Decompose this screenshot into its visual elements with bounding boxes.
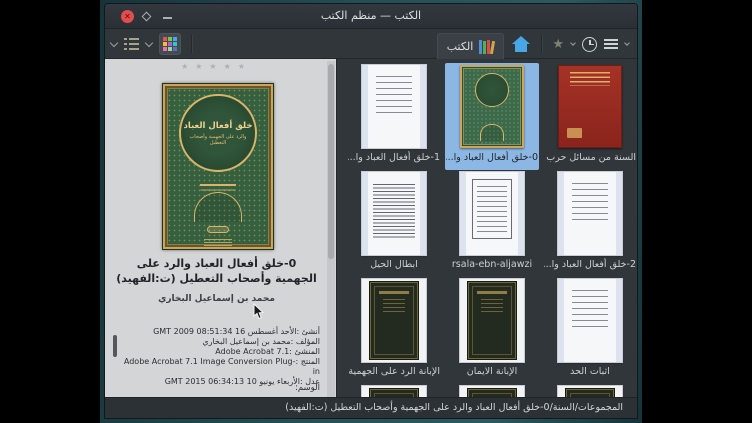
tab-books[interactable]: الكتب: [437, 33, 505, 59]
toolbar: الكتب ★: [105, 29, 637, 59]
metadata-scrollbar[interactable]: [113, 335, 117, 357]
tag-label: الوسم:: [295, 383, 320, 393]
cover-ornament: خلق أفعال العباد والرد على الجهمية وأصحا…: [179, 94, 257, 172]
toolbar-separator: [191, 35, 192, 53]
book-caption: rsala-ebn-aljawzi: [452, 258, 532, 271]
book-thumbnail[interactable]: [460, 65, 524, 148]
book-caption: الإبانة الايمان: [467, 365, 517, 378]
meta-modified: عدل :الأربعاء يونيو 10 06:34:13 2015 GMT: [117, 377, 320, 387]
book-metadata: أنشئ :الأحد أغسطس 16 08:51:34 2009 GMT ا…: [117, 327, 320, 387]
grid-item[interactable]: 2-خلق أفعال العباد وا...: [543, 170, 637, 277]
rating-stars[interactable]: ★★★★★: [105, 62, 328, 71]
meta-created: أنشئ :الأحد أغسطس 16 08:51:34 2009 GMT: [117, 327, 320, 337]
books-grid: السنة من مسائل حرب بـ... 0-خلق أفعال الع…: [347, 63, 637, 399]
book-details-panel: ★★★★★ خلق أفعال العباد والرد على الجهمية…: [105, 59, 337, 399]
cover-decoration: [200, 184, 236, 186]
statusbar: المجموعات/السنة/0-خلق أفعال العباد والرد…: [105, 397, 637, 418]
grid-item[interactable]: 1-خلق أفعال العباد وا...: [347, 63, 441, 170]
book-thumbnail[interactable]: [558, 279, 622, 362]
book-caption: السنة من مسائل حرب بـ...: [544, 151, 636, 164]
panel-scrollbar-thumb[interactable]: [328, 64, 334, 259]
app-window: ✕ الكتب — منظم الكتب: [104, 3, 638, 419]
mouse-cursor: [253, 303, 265, 320]
meta-producer: المنتج :Adobe Acrobat 7.1 Image Conversi…: [117, 357, 320, 377]
detail-list-icon[interactable]: [124, 38, 139, 50]
cover-decoration: [207, 226, 229, 233]
book-thumbnail[interactable]: [460, 172, 524, 255]
book-author: محمد بن إسماعيل البخاري: [115, 294, 318, 304]
window-title: الكتب — منظم الكتب: [105, 9, 637, 22]
grid-item[interactable]: الإبانة الايمان: [445, 277, 539, 384]
cover-decoration: [194, 192, 242, 222]
grid-icon: [163, 37, 177, 51]
meta-author: المؤلف :محمد بن إسماعيل البخاري: [117, 337, 320, 347]
book-caption: 1-خلق أفعال العباد وا...: [348, 151, 440, 164]
book-thumbnail[interactable]: [362, 279, 426, 362]
book-thumbnail[interactable]: [362, 172, 426, 255]
screen: ✕ الكتب — منظم الكتب: [0, 0, 752, 423]
grid-item[interactable]: اثبات الحد: [543, 277, 637, 384]
chevron-down-icon[interactable]: [110, 38, 118, 46]
book-caption: 2-خلق أفعال العباد وا...: [544, 258, 636, 271]
favorite-star-icon[interactable]: ★: [552, 38, 564, 51]
toolbar-left-group: [111, 29, 195, 59]
grid-item[interactable]: rsala-ebn-aljawzi: [445, 170, 539, 277]
panel-scrollbar[interactable]: [327, 61, 335, 397]
cover-title: خلق أفعال العباد: [184, 121, 253, 131]
home-icon[interactable]: [511, 36, 531, 53]
book-cover[interactable]: خلق أفعال العباد والرد على الجهمية وأصحا…: [162, 83, 274, 250]
chevron-down-icon[interactable]: [145, 38, 153, 46]
thumbnail-view-button[interactable]: [159, 33, 181, 55]
tab-books-label: الكتب: [447, 40, 474, 53]
cover-subtitle: والرد على الجهمية وأصحاب التعطيل: [181, 134, 255, 146]
book-thumbnail[interactable]: [460, 279, 524, 362]
book-thumbnail[interactable]: [558, 172, 622, 255]
books-icon: [479, 39, 494, 54]
status-path: المجموعات/السنة/0-خلق أفعال العباد والرد…: [285, 402, 623, 413]
menu-icon[interactable]: [604, 39, 618, 49]
meta-creator: المنشئ :Adobe Acrobat 7.1: [117, 347, 320, 357]
books-grid-area: السنة من مسائل حرب بـ... 0-خلق أفعال الع…: [338, 59, 637, 399]
book-thumbnail[interactable]: [558, 65, 622, 148]
cover-decoration: [204, 237, 232, 246]
book-title: 0-خلق أفعال العباد والرد على الجهمية وأص…: [115, 256, 318, 286]
book-caption: اثبات الحد: [570, 365, 610, 378]
history-clock-icon[interactable]: [582, 37, 597, 52]
grid-item[interactable]: الإبانة الرد على الجهمية 2: [347, 277, 441, 384]
book-caption: الإبانة الرد على الجهمية 2: [348, 365, 440, 378]
toolbar-separator: [541, 35, 542, 53]
book-caption: ابطال الحيل: [370, 258, 418, 271]
grid-item[interactable]: ابطال الحيل: [347, 170, 441, 277]
chevron-down-icon[interactable]: [570, 40, 576, 46]
book-thumbnail[interactable]: [362, 65, 426, 148]
toolbar-right-group: الكتب ★: [437, 29, 629, 59]
grid-item[interactable]: السنة من مسائل حرب بـ...: [543, 63, 637, 170]
grid-item-selected[interactable]: 0-خلق أفعال العباد وا...: [445, 63, 539, 170]
chevron-down-icon[interactable]: [624, 40, 630, 46]
book-caption: 0-خلق أفعال العباد وا...: [446, 151, 538, 164]
titlebar[interactable]: ✕ الكتب — منظم الكتب: [105, 4, 637, 29]
